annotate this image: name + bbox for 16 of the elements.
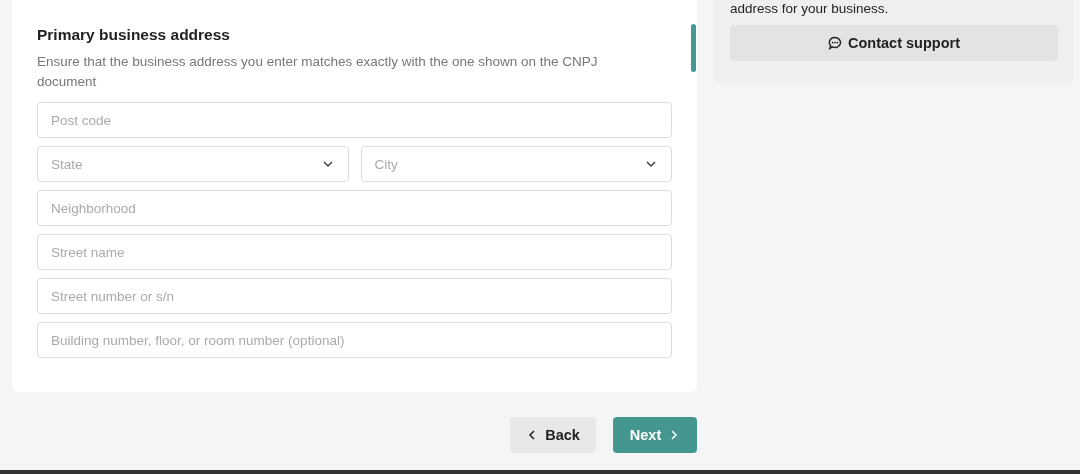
dropdown-field[interactable]: City: [360, 146, 672, 182]
input-field[interactable]: Building number, floor, or room number (optional): [37, 322, 672, 358]
input-field[interactable]: Post code: [37, 102, 672, 138]
input-field[interactable]: Neighborhood: [37, 190, 672, 226]
input-field[interactable]: Street name: [37, 234, 672, 270]
contact-support-button[interactable]: Contact support: [730, 25, 1058, 61]
chat-bubble-icon: [828, 36, 842, 50]
section-title: Primary business address: [37, 26, 231, 44]
section-description: Ensure that the business address you enter matches exactly with the one shown on the CNPJ document: [37, 53, 599, 91]
dropdown-field[interactable]: State: [37, 146, 349, 182]
chevron-down-icon: [645, 158, 657, 170]
back-button[interactable]: Back: [510, 417, 596, 453]
input-field[interactable]: Street number or s/n: [37, 278, 672, 314]
chevron-down-icon: [321, 158, 334, 170]
scrollbar-thumb[interactable]: [691, 24, 696, 72]
support-text: address for your business.: [730, 0, 890, 18]
